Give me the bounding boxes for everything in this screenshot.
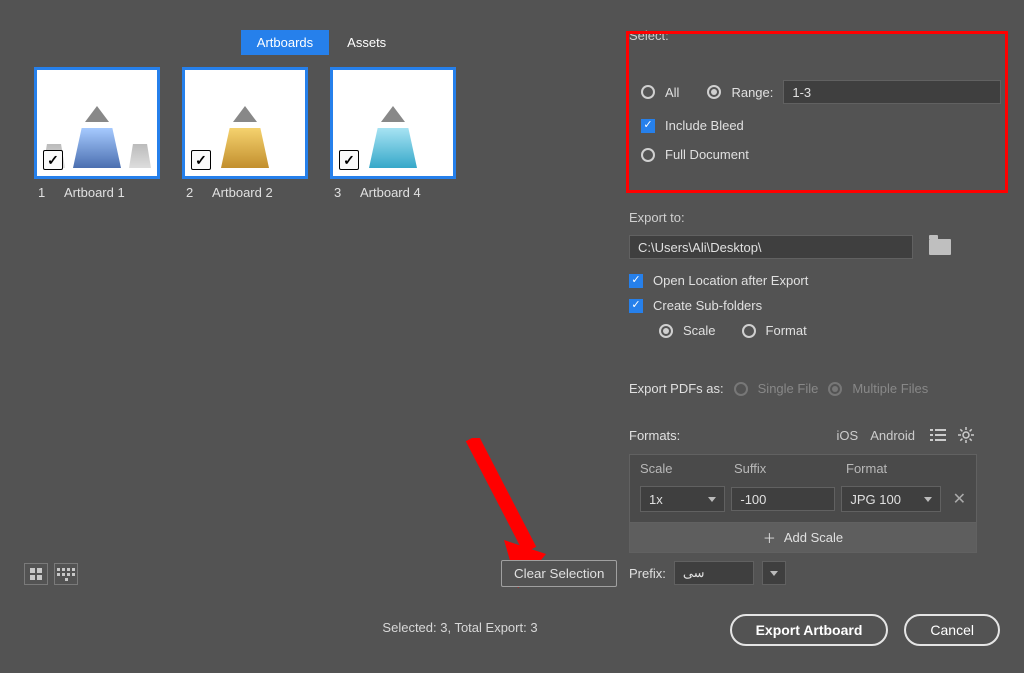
ios-preset-button[interactable]: iOS — [831, 428, 865, 443]
checkbox-include-bleed[interactable] — [641, 119, 655, 133]
export-path-input[interactable] — [629, 235, 913, 259]
thumb-number: 2 — [186, 185, 202, 200]
caret-down-icon — [708, 497, 716, 502]
radio-all[interactable] — [641, 85, 655, 99]
artboard-thumb[interactable]: 2 Artboard 2 — [182, 67, 312, 206]
full-document-label: Full Document — [665, 147, 749, 162]
multiple-files-label: Multiple Files — [852, 381, 928, 396]
tab-artboards[interactable]: Artboards — [241, 30, 329, 55]
cancel-button[interactable]: Cancel — [904, 614, 1000, 646]
radio-subfolder-format[interactable] — [742, 324, 756, 338]
thumb-name: Artboard 1 — [64, 185, 125, 200]
range-input[interactable] — [783, 80, 1001, 104]
checkbox-open-location[interactable] — [629, 274, 643, 288]
radio-range[interactable] — [707, 85, 721, 99]
thumb-check-icon[interactable] — [191, 150, 211, 170]
radio-subfolder-scale[interactable] — [659, 324, 673, 338]
checkbox-create-subfolders[interactable] — [629, 299, 643, 313]
prefix-label: Prefix: — [629, 566, 666, 581]
radio-all-label: All — [665, 85, 679, 100]
android-preset-button[interactable]: Android — [864, 428, 921, 443]
prefix-input[interactable] — [674, 561, 754, 585]
thumb-name: Artboard 2 — [212, 185, 273, 200]
caret-down-icon — [770, 571, 778, 576]
prefix-dropdown-button[interactable] — [762, 561, 786, 585]
col-format-header: Format — [846, 461, 966, 476]
radio-single-file — [734, 382, 748, 396]
grid-large-button[interactable] — [24, 563, 48, 585]
format-select[interactable]: JPG 100 — [841, 486, 940, 512]
export-pdfs-label: Export PDFs as: — [629, 381, 724, 396]
suffix-input[interactable] — [731, 487, 835, 511]
formats-label: Formats: — [629, 428, 680, 443]
artboard-thumb[interactable]: 1 Artboard 1 — [34, 67, 164, 206]
select-heading: Select: — [629, 28, 669, 43]
list-view-icon[interactable] — [927, 424, 949, 446]
delete-row-icon[interactable]: ✕ — [953, 489, 966, 509]
subfolder-format-label: Format — [766, 323, 807, 338]
artboard-thumb[interactable]: 3 Artboard 4 — [330, 67, 460, 206]
open-location-label: Open Location after Export — [653, 273, 808, 288]
thumb-name: Artboard 4 — [360, 185, 421, 200]
include-bleed-label: Include Bleed — [665, 118, 744, 133]
thumb-check-icon[interactable] — [339, 150, 359, 170]
radio-multiple-files — [828, 382, 842, 396]
caret-down-icon — [924, 497, 932, 502]
status-text: Selected: 3, Total Export: 3 — [300, 620, 620, 635]
radio-full-document[interactable] — [641, 148, 655, 162]
export-to-label: Export to: — [629, 210, 1007, 225]
formats-table: Scale Suffix Format 1x JPG 100 ✕ ＋ Add S… — [629, 454, 977, 553]
clear-selection-button[interactable]: Clear Selection — [501, 560, 617, 587]
settings-gear-icon[interactable] — [955, 424, 977, 446]
browse-folder-button[interactable] — [923, 235, 957, 259]
tab-assets[interactable]: Assets — [331, 30, 402, 55]
subfolder-scale-label: Scale — [683, 323, 716, 338]
scale-select[interactable]: 1x — [640, 486, 725, 512]
thumb-number: 3 — [334, 185, 350, 200]
plus-icon: ＋ — [763, 528, 776, 547]
col-scale-header: Scale — [640, 461, 734, 476]
col-suffix-header: Suffix — [734, 461, 846, 476]
grid-small-button[interactable] — [54, 563, 78, 585]
create-subfolders-label: Create Sub-folders — [653, 298, 762, 313]
radio-range-label: Range: — [731, 85, 773, 100]
folder-icon — [929, 239, 951, 255]
thumb-check-icon[interactable] — [43, 150, 63, 170]
export-artboard-button[interactable]: Export Artboard — [730, 614, 889, 646]
add-scale-button[interactable]: ＋ Add Scale — [630, 522, 976, 552]
thumb-number: 1 — [38, 185, 54, 200]
single-file-label: Single File — [758, 381, 819, 396]
